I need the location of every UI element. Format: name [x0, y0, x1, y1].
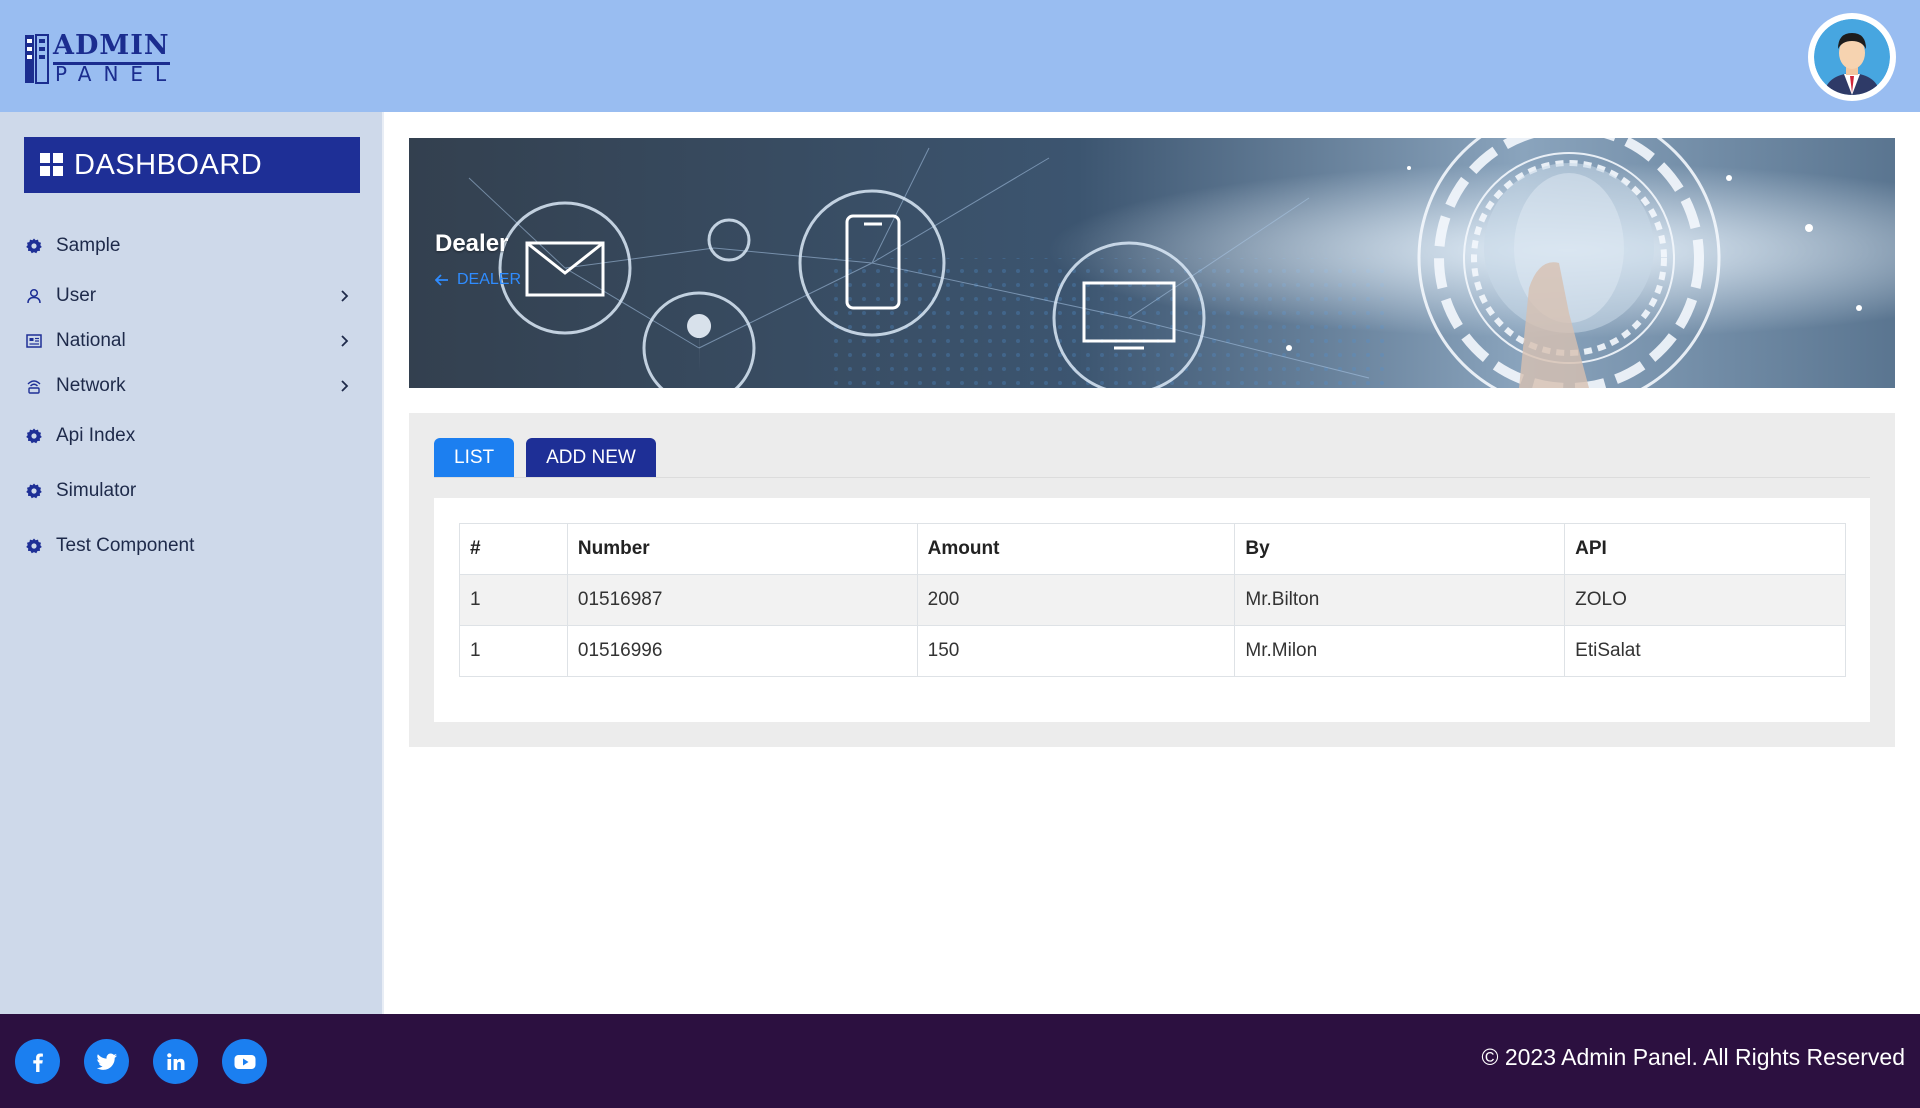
chevron-right-icon — [341, 335, 349, 347]
gear-icon — [24, 481, 44, 501]
building-icon — [25, 34, 49, 84]
user-icon — [24, 286, 44, 306]
chevron-right-icon — [341, 290, 349, 302]
gear-icon — [24, 536, 44, 556]
cell-api: ZOLO — [1564, 574, 1846, 626]
logo-text-panel: PANEL — [55, 62, 179, 86]
sidebar-item-label: Simulator — [56, 480, 137, 501]
sidebar-item-label: Api Index — [56, 425, 136, 446]
gear-icon — [24, 236, 44, 256]
sidebar-item-sample[interactable]: Sample — [24, 228, 364, 264]
cell-index: 1 — [459, 574, 568, 626]
twitter-icon[interactable] — [84, 1039, 129, 1084]
column-header-amount: Amount — [916, 523, 1236, 575]
social-links — [15, 1039, 267, 1084]
column-header-index: # — [459, 523, 568, 575]
column-header-number: Number — [566, 523, 918, 575]
sidebar-item-label: Network — [56, 375, 126, 396]
sidebar-item-network[interactable]: Network — [24, 368, 364, 404]
footer: © 2023 Admin Panel. All Rights Reserved — [0, 1014, 1920, 1108]
cell-by: Mr.Milon — [1234, 625, 1566, 677]
sidebar-item-simulator[interactable]: Simulator — [24, 473, 364, 509]
cell-amount: 200 — [916, 574, 1236, 626]
cell-number: 01516996 — [566, 625, 918, 677]
tab-bar: LIST ADD NEW — [434, 438, 656, 478]
table-row[interactable]: 1 01516996 150 Mr.Milon EtiSalat — [459, 625, 1846, 677]
dashboard-button[interactable]: DASHBOARD — [24, 137, 360, 193]
avatar-icon — [1814, 19, 1890, 95]
tab-divider — [434, 477, 1870, 478]
breadcrumb[interactable]: DEALER — [435, 271, 521, 289]
youtube-icon[interactable] — [222, 1039, 267, 1084]
top-header: ADMIN PANEL — [0, 0, 1920, 112]
network-banner-image — [409, 138, 1895, 388]
copyright-text: © 2023 Admin Panel. All Rights Reserved — [1481, 1044, 1905, 1070]
column-header-api: API — [1564, 523, 1846, 575]
cell-number: 01516987 — [566, 574, 918, 626]
sidebar-item-national[interactable]: National — [24, 323, 364, 359]
admin-panel-logo[interactable]: ADMIN PANEL — [24, 30, 174, 86]
facebook-icon[interactable] — [15, 1039, 60, 1084]
sidebar-item-test-component[interactable]: Test Component — [24, 528, 364, 564]
tab-add-new[interactable]: ADD NEW — [526, 438, 656, 478]
dashboard-grid-icon — [40, 153, 64, 177]
sidebar-item-label: User — [56, 285, 97, 306]
column-header-by: By — [1234, 523, 1566, 575]
page-title: Dealer — [435, 230, 509, 257]
list-card: # Number Amount By API 1 01516987 200 Mr… — [434, 498, 1870, 722]
user-avatar[interactable] — [1808, 13, 1896, 101]
network-icon — [24, 376, 44, 396]
table-row[interactable]: 1 01516987 200 Mr.Bilton ZOLO — [459, 574, 1846, 626]
cell-api: EtiSalat — [1564, 625, 1846, 677]
content-panel: LIST ADD NEW # Number Amount By API 1 01… — [409, 413, 1895, 747]
linkedin-icon[interactable] — [153, 1039, 198, 1084]
cell-by: Mr.Bilton — [1234, 574, 1566, 626]
cell-amount: 150 — [916, 625, 1236, 677]
arrow-left-icon — [435, 274, 448, 286]
sidebar-item-api-index[interactable]: Api Index — [24, 418, 364, 454]
table-header-row: # Number Amount By API — [459, 523, 1846, 575]
newspaper-icon — [24, 331, 44, 351]
gear-icon — [24, 426, 44, 446]
tab-list[interactable]: LIST — [434, 438, 515, 478]
sidebar-item-label: National — [56, 330, 126, 351]
dealer-table: # Number Amount By API 1 01516987 200 Mr… — [459, 523, 1846, 677]
sidebar-item-label: Sample — [56, 235, 121, 256]
sidebar-item-user[interactable]: User — [24, 278, 364, 314]
cell-index: 1 — [459, 625, 568, 677]
dashboard-label: DASHBOARD — [74, 148, 263, 181]
breadcrumb-label: DEALER — [457, 271, 522, 288]
logo-text-admin: ADMIN — [53, 30, 170, 65]
sidebar-item-label: Test Component — [56, 535, 195, 556]
sidebar: DASHBOARD Sample User National Network A… — [0, 112, 384, 1014]
page-banner: Dealer DEALER — [409, 138, 1895, 388]
chevron-right-icon — [341, 380, 349, 392]
